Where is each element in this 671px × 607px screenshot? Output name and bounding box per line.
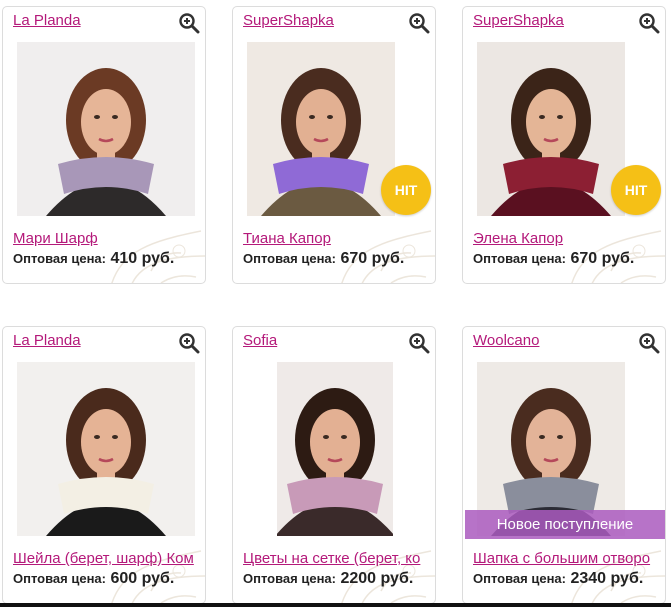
product-title-link[interactable]: Шапка с большим отворо	[473, 550, 665, 567]
brand-link[interactable]: La Planda	[13, 332, 81, 349]
price-row: Оптовая цена: 670 руб.	[243, 250, 404, 268]
product-card[interactable]: SuperShapka HIT Тиана Капор Оптовая цена…	[232, 6, 436, 284]
product-photo[interactable]	[247, 42, 395, 216]
zoom-icon[interactable]	[178, 12, 200, 34]
bottom-edge	[0, 603, 671, 607]
price-label: Оптовая цена:	[473, 571, 566, 586]
brand-link[interactable]: SuperShapka	[243, 12, 334, 29]
price-value: 670 руб.	[570, 250, 635, 267]
hit-badge: HIT	[381, 165, 431, 215]
price-row: Оптовая цена: 410 руб.	[13, 250, 174, 268]
model-portrait	[477, 42, 625, 216]
product-photo[interactable]	[17, 42, 195, 216]
product-title-link[interactable]: Тиана Капор	[243, 230, 435, 247]
product-photo[interactable]	[17, 362, 195, 536]
price-value: 2200 руб.	[340, 570, 414, 587]
product-card[interactable]: SuperShapka HIT Элена Капор Оптовая цена…	[462, 6, 666, 284]
product-card[interactable]: La Planda Мари Шарф Оптовая цена: 410 ру…	[2, 6, 206, 284]
zoom-icon[interactable]	[408, 12, 430, 34]
new-arrival-badge: Новое поступление	[465, 510, 665, 539]
product-title-link[interactable]: Шейла (берет, шарф) Ком	[13, 550, 205, 567]
product-title-link[interactable]: Мари Шарф	[13, 230, 205, 247]
product-card[interactable]: La Planda Шейла (берет, шарф) Ком Оптова…	[2, 326, 206, 604]
zoom-icon[interactable]	[178, 332, 200, 354]
product-photo[interactable]	[477, 42, 625, 216]
price-label: Оптовая цена:	[243, 251, 336, 266]
product-title-link[interactable]: Цветы на сетке (берет, ко	[243, 550, 435, 567]
zoom-icon[interactable]	[408, 332, 430, 354]
price-row: Оптовая цена: 600 руб.	[13, 570, 174, 588]
product-card[interactable]: Sofia Цветы на сетке (берет, ко Оптовая …	[232, 326, 436, 604]
brand-link[interactable]: Woolcano	[473, 332, 539, 349]
model-portrait	[17, 42, 195, 216]
model-portrait	[247, 42, 395, 216]
product-title-link[interactable]: Элена Капор	[473, 230, 665, 247]
model-portrait	[277, 362, 393, 536]
price-label: Оптовая цена:	[13, 571, 106, 586]
price-label: Оптовая цена:	[243, 571, 336, 586]
zoom-icon[interactable]	[638, 332, 660, 354]
brand-link[interactable]: SuperShapka	[473, 12, 564, 29]
price-value: 410 руб.	[110, 250, 175, 267]
model-portrait	[17, 362, 195, 536]
price-row: Оптовая цена: 670 руб.	[473, 250, 634, 268]
price-label: Оптовая цена:	[13, 251, 106, 266]
price-row: Оптовая цена: 2340 руб.	[473, 570, 643, 588]
brand-link[interactable]: La Planda	[13, 12, 81, 29]
price-label: Оптовая цена:	[473, 251, 566, 266]
price-value: 2340 руб.	[570, 570, 644, 587]
brand-link[interactable]: Sofia	[243, 332, 277, 349]
zoom-icon[interactable]	[638, 12, 660, 34]
price-value: 600 руб.	[110, 570, 175, 587]
hit-badge: HIT	[611, 165, 661, 215]
price-value: 670 руб.	[340, 250, 405, 267]
product-card[interactable]: Woolcano Новое поступление Шапка с больш…	[462, 326, 666, 604]
price-row: Оптовая цена: 2200 руб.	[243, 570, 413, 588]
product-photo[interactable]	[277, 362, 393, 536]
